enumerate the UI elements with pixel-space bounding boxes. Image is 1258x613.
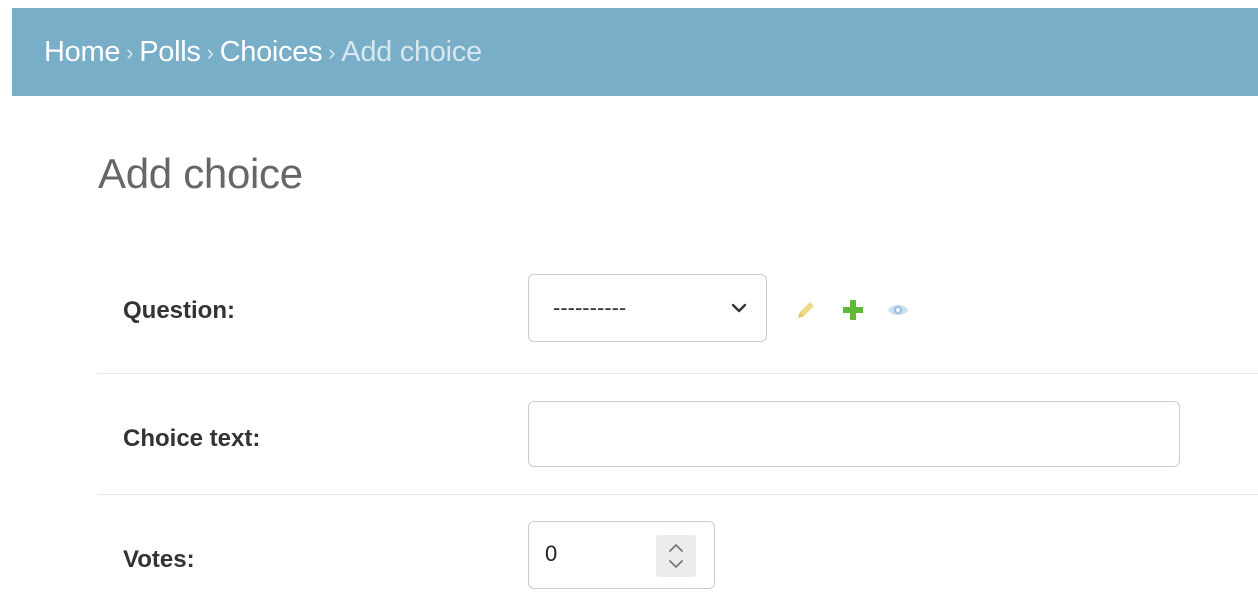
votes-label: Votes: [123,546,195,573]
plus-icon[interactable] [841,298,865,322]
spinner-arrows-icon[interactable] [656,535,696,577]
page-title: Add choice [98,150,303,197]
breadcrumb-separator: › [126,40,134,65]
form-row-question: Question: ---------- [98,270,1258,374]
question-select-value: ---------- [553,295,627,320]
votes-number-input[interactable]: 0 [528,521,715,589]
breadcrumb: Home › Polls › Choices › Add choice [12,8,1258,96]
choice-text-input[interactable] [528,401,1180,467]
breadcrumb-current: Add choice [341,35,482,68]
form-row-choice-text: Choice text: [98,375,1258,495]
form-row-votes: Votes: 0 [98,496,1258,613]
question-select[interactable]: ---------- [528,274,767,342]
breadcrumb-separator: › [328,40,336,65]
pencil-icon[interactable] [794,298,818,322]
choice-text-label: Choice text: [123,425,261,452]
breadcrumb-choices-link[interactable]: Choices [220,36,323,69]
chevron-down-icon [731,303,747,313]
eye-icon[interactable] [886,298,910,322]
question-label: Question: [123,297,235,324]
breadcrumb-polls-link[interactable]: Polls [139,36,201,69]
breadcrumb-home-link[interactable]: Home [44,36,120,69]
breadcrumb-separator: › [206,40,214,65]
votes-value: 0 [545,541,558,566]
